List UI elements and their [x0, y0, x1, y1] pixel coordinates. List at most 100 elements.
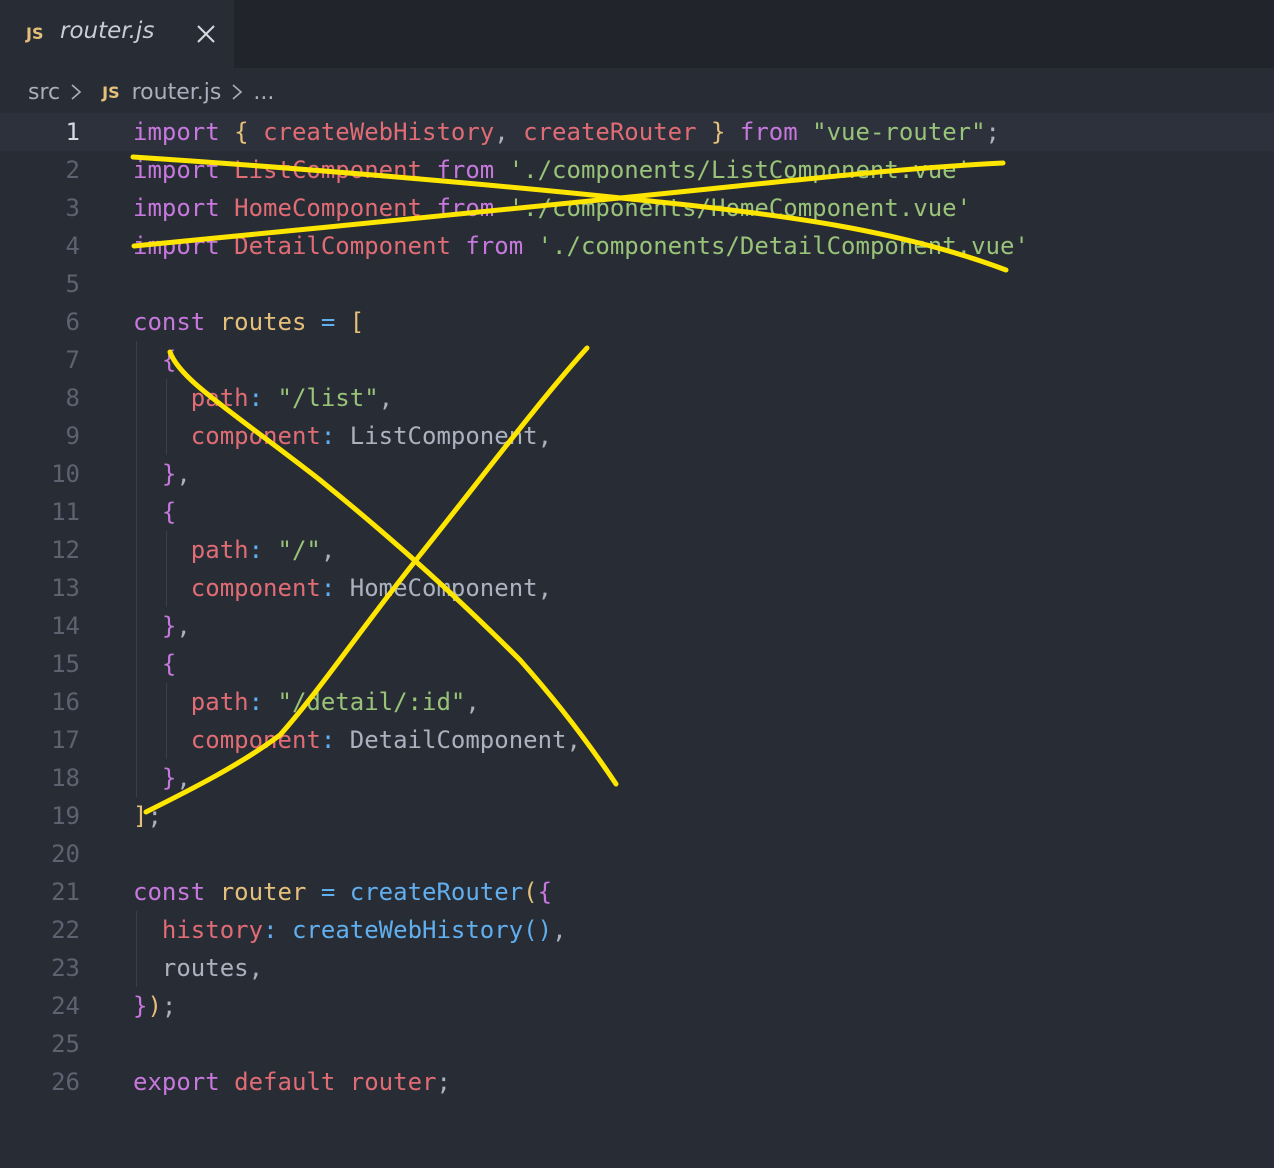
line-number: 6	[65, 308, 80, 336]
code-text: {	[133, 493, 176, 531]
line-number: 10	[51, 460, 80, 488]
code-token: router	[219, 878, 307, 906]
code-token: createWebHistory	[291, 916, 524, 944]
code-token: ,	[176, 764, 191, 792]
breadcrumb-folder[interactable]: src	[28, 80, 60, 105]
line-number: 3	[65, 194, 80, 222]
code-line[interactable]: 11 {	[0, 493, 1274, 531]
code-line[interactable]: 16 path: "/detail/:id",	[0, 683, 1274, 721]
code-token: :	[248, 384, 264, 412]
code-token: path	[190, 688, 249, 716]
code-token: "/detail/:id"	[277, 688, 466, 716]
breadcrumb-file[interactable]: router.js	[132, 80, 222, 105]
code-token: }	[133, 992, 148, 1020]
code-line[interactable]: 5	[0, 265, 1274, 303]
code-line[interactable]: 4 import DetailComponent from './componen…	[0, 227, 1274, 265]
code-token: }	[711, 118, 726, 146]
code-token: :	[320, 574, 336, 602]
line-number: 11	[51, 498, 80, 526]
indent-guide	[136, 341, 137, 797]
code-line[interactable]: 18 },	[0, 759, 1274, 797]
code-line[interactable]: 23 routes,	[0, 949, 1274, 987]
code-token: './components/HomeComponent.vue'	[508, 194, 972, 222]
code-token: ]	[133, 802, 148, 830]
code-token: history	[161, 916, 264, 944]
code-line[interactable]: 9 component: ListComponent,	[0, 417, 1274, 455]
code-token: router	[349, 1068, 437, 1096]
code-line[interactable]: 7 {	[0, 341, 1274, 379]
code-token: createWebHistory	[263, 118, 495, 146]
code-token: DetailComponent,	[335, 726, 581, 754]
code-line[interactable]: 6 const routes = [	[0, 303, 1274, 341]
code-text: },	[133, 607, 191, 645]
line-number: 1	[65, 118, 80, 146]
code-token: './components/DetailComponent.vue'	[537, 232, 1029, 260]
code-line[interactable]: 20	[0, 835, 1274, 873]
code-token: import	[133, 194, 220, 222]
code-token: {	[161, 346, 177, 374]
code-token: {	[537, 878, 553, 906]
indent-guide	[166, 531, 167, 607]
code-line[interactable]: 19];	[0, 797, 1274, 835]
code-line[interactable]: 1 import { createWebHistory, createRouter…	[0, 113, 1274, 151]
line-number: 23	[51, 954, 80, 982]
code-token: ;	[161, 992, 177, 1020]
code-editor[interactable]: 1 import { createWebHistory, createRouter…	[0, 113, 1274, 1101]
close-icon[interactable]	[194, 22, 218, 46]
code-token: {	[161, 650, 177, 678]
code-token: :	[263, 916, 278, 944]
code-text: {	[133, 645, 176, 683]
code-token: )	[147, 992, 162, 1020]
code-token: './components/ListComponent.vue'	[508, 156, 972, 184]
code-token: from	[465, 232, 524, 260]
code-line[interactable]: 24});	[0, 987, 1274, 1025]
code-line[interactable]: 13 component: HomeComponent,	[0, 569, 1274, 607]
code-token: ,	[378, 384, 394, 412]
code-line[interactable]: 12 path: "/",	[0, 531, 1274, 569]
code-token: ,	[176, 612, 191, 640]
code-token: [	[349, 308, 365, 336]
line-number: 26	[51, 1068, 80, 1096]
code-text: path: "/",	[133, 531, 336, 569]
code-line[interactable]: 10 },	[0, 455, 1274, 493]
line-number: 24	[51, 992, 80, 1020]
line-number: 9	[65, 422, 80, 450]
code-text: import DetailComponent from './component…	[133, 227, 1029, 265]
code-line[interactable]: 25	[0, 1025, 1274, 1063]
code-line[interactable]: 8 path: "/list",	[0, 379, 1274, 417]
tab-router-js[interactable]: JS router.js	[0, 0, 234, 68]
js-file-icon: JS	[102, 82, 120, 102]
code-line[interactable]: 15 {	[0, 645, 1274, 683]
breadcrumb-more[interactable]: ...	[253, 80, 274, 105]
code-token: =	[320, 308, 336, 336]
code-text: },	[133, 759, 191, 797]
code-text: const routes = [	[133, 303, 364, 341]
code-line[interactable]: 26 export default router;	[0, 1063, 1274, 1101]
code-token: import	[133, 232, 220, 260]
code-line[interactable]: 2 import ListComponent from './components…	[0, 151, 1274, 189]
code-token: }	[161, 764, 177, 792]
code-line[interactable]: 22 history: createWebHistory(),	[0, 911, 1274, 949]
chevron-right-icon	[231, 82, 243, 102]
code-line[interactable]: 17 component: DetailComponent,	[0, 721, 1274, 759]
code-line[interactable]: 14 },	[0, 607, 1274, 645]
code-line[interactable]: 3 import HomeComponent from './components…	[0, 189, 1274, 227]
line-number: 22	[51, 916, 80, 944]
code-text: component: HomeComponent,	[133, 569, 552, 607]
code-token: {	[234, 118, 249, 146]
code-line[interactable]: 21 const router = createRouter({	[0, 873, 1274, 911]
code-text: {	[133, 341, 176, 379]
code-text: import { createWebHistory, createRouter …	[133, 113, 1000, 151]
code-token: "/list"	[277, 384, 379, 412]
code-token: }	[161, 460, 177, 488]
